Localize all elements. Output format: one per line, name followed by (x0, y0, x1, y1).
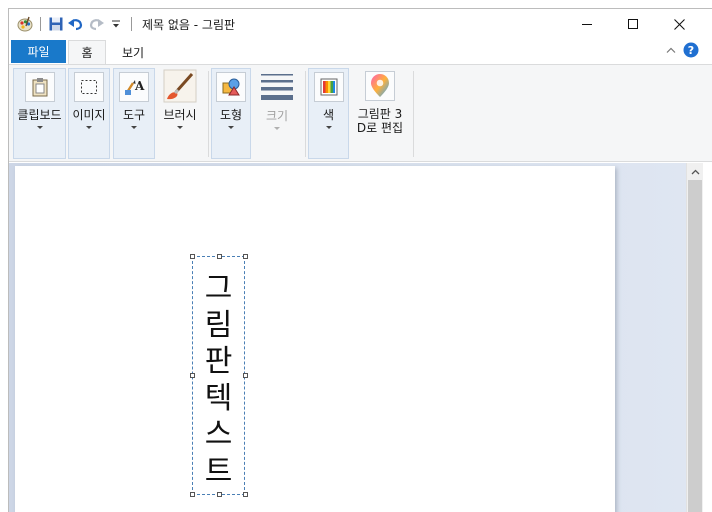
drawing-canvas[interactable]: 그림판 텍스트 (15, 166, 615, 512)
canvas-workspace: 그림판 텍스트 (9, 163, 686, 512)
minimize-icon (582, 24, 592, 25)
qat-separator (131, 17, 132, 31)
dropdown-arrow-icon (274, 127, 280, 130)
vertical-scrollbar[interactable] (686, 163, 703, 512)
resize-handle-right[interactable] (243, 373, 248, 378)
scroll-up-button[interactable] (687, 163, 704, 180)
tools-button[interactable]: A 도구 (113, 68, 155, 159)
undo-icon[interactable] (66, 15, 86, 33)
redo-icon[interactable] (86, 15, 106, 33)
clipboard-icon (24, 72, 55, 102)
tab-view[interactable]: 보기 (112, 40, 154, 64)
title-bar: 제목 없음 - 그림판 (9, 9, 712, 39)
resize-handle-left[interactable] (190, 373, 195, 378)
close-button[interactable] (656, 9, 702, 39)
brush-icon (163, 69, 197, 103)
minimize-button[interactable] (564, 9, 610, 39)
window-title: 제목 없음 - 그림판 (142, 18, 236, 32)
resize-handle-top-right[interactable] (243, 254, 248, 259)
ribbon-separator (208, 71, 209, 157)
dropdown-arrow-icon (131, 126, 137, 129)
shapes-button[interactable]: 도형 (211, 68, 251, 159)
size-button: 크기 (257, 68, 297, 159)
resize-handle-bottom-right[interactable] (243, 492, 248, 497)
tab-file[interactable]: 파일 (11, 40, 66, 63)
quick-access-toolbar (15, 15, 137, 33)
ribbon-tab-bar: 파일 홈 보기 ? (9, 39, 712, 64)
color-palette-icon (313, 72, 344, 102)
text-box-content[interactable]: 그림판 텍스트 (193, 271, 244, 490)
ribbon-separator (413, 71, 414, 157)
select-icon (74, 72, 104, 102)
tools-icon: A (119, 72, 149, 102)
dropdown-arrow-icon (36, 126, 43, 129)
svg-text:A: A (134, 79, 145, 93)
image-button[interactable]: 이미지 (68, 68, 110, 159)
dropdown-arrow-icon (86, 126, 92, 129)
paint-window: 제목 없음 - 그림판 파일 홈 보기 ? 클립보드 이미지 A 도구 브러시 … (8, 8, 712, 512)
close-icon (673, 18, 685, 30)
line-size-icon (259, 70, 295, 102)
resize-handle-bottom-left[interactable] (190, 492, 195, 497)
resize-handle-bottom[interactable] (217, 492, 222, 497)
clipboard-button[interactable]: 클립보드 (13, 68, 66, 159)
customize-dropdown-icon[interactable] (106, 15, 126, 33)
colors-button[interactable]: 색 (308, 68, 349, 159)
dropdown-arrow-icon (228, 126, 234, 129)
collapse-ribbon-button[interactable] (664, 43, 678, 57)
help-icon: ? (683, 42, 699, 58)
chevron-up-icon (666, 47, 676, 53)
chevron-up-icon (691, 169, 700, 174)
dropdown-arrow-icon (325, 126, 332, 129)
scroll-thumb[interactable] (688, 180, 702, 512)
maximize-button[interactable] (610, 9, 656, 39)
maximize-icon (628, 19, 638, 29)
save-icon[interactable] (46, 15, 66, 33)
help-button[interactable]: ? (683, 42, 699, 58)
ribbon-home: 클립보드 이미지 A 도구 브러시 도형 크기 색 그림판 3 D로 편집 (9, 64, 712, 162)
paint-app-icon[interactable] (15, 15, 35, 33)
edit-with-paint3d-button[interactable]: 그림판 3 D로 편집 (352, 68, 408, 159)
paint3d-icon (365, 71, 395, 101)
dropdown-arrow-icon (177, 126, 183, 129)
svg-text:?: ? (688, 44, 694, 57)
qat-separator (40, 17, 41, 31)
brushes-button[interactable]: 브러시 (157, 68, 203, 159)
resize-handle-top-left[interactable] (190, 254, 195, 259)
shapes-icon (216, 72, 246, 102)
tab-home[interactable]: 홈 (68, 40, 106, 64)
resize-handle-top[interactable] (217, 254, 222, 259)
text-box[interactable]: 그림판 텍스트 (190, 254, 248, 497)
ribbon-separator (305, 71, 306, 157)
